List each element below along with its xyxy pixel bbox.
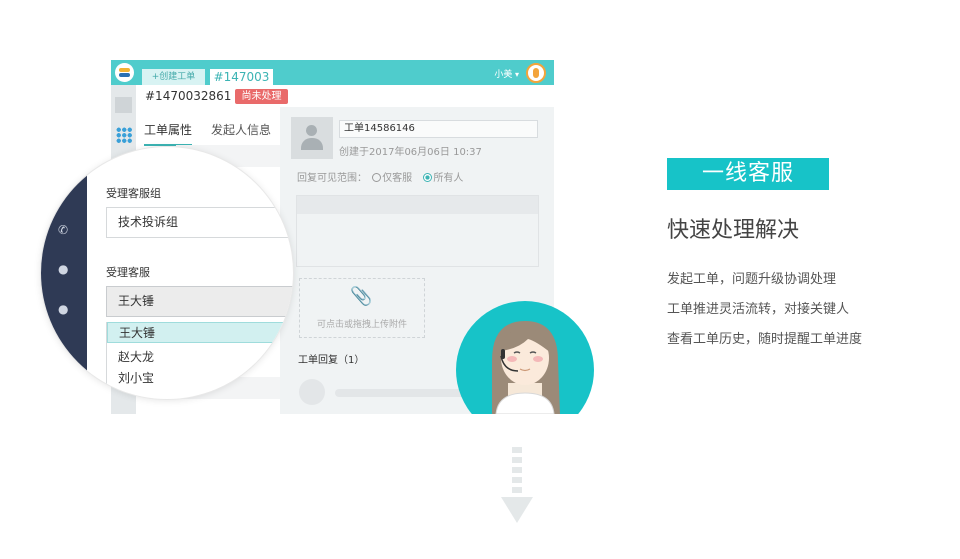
attachment-upload-zone[interactable]: 📎 可点击或拖拽上传附件 (299, 278, 425, 338)
editor-toolbar (297, 196, 538, 214)
create-ticket-button[interactable]: +创建工单 (142, 69, 205, 85)
sidebar-square-icon[interactable] (115, 97, 132, 113)
grid-icon[interactable] (116, 127, 132, 143)
agent-group-select[interactable]: 技术投诉组 (106, 207, 293, 238)
user-menu[interactable]: 小美 (494, 67, 519, 80)
upload-hint: 可点击或拖拽上传附件 (316, 320, 407, 330)
reply-scope: 回复可见范围： 仅客服 所有人 (297, 169, 463, 184)
reply-avatar (299, 379, 325, 405)
feature-tag: 一线客服 (667, 158, 829, 190)
feature-headline: 快速处理解决 (667, 218, 800, 243)
radio-staff-only-label[interactable]: 仅客服 (382, 173, 412, 184)
feature-point: 查看工单历史，随时提醒工单进度 (667, 332, 863, 347)
ticket-tab[interactable]: #147003 (210, 69, 273, 85)
feature-point: 发起工单，问题升级协调处理 (667, 272, 837, 287)
magnifier-lens: ✆ ● ●​ 受理客服组 技术投诉组 受理客服 王大锤 王大锤 赵大龙 刘小宝 (41, 147, 293, 399)
support-agent-illustration (456, 301, 594, 414)
reply-editor[interactable] (296, 195, 539, 267)
agent-label: 受理客服 (106, 266, 150, 279)
user-avatar[interactable] (526, 63, 546, 83)
status-badge: 尚未处理 (235, 89, 288, 104)
dropdown-option[interactable]: 赵大龙 (107, 347, 293, 368)
phone-icon[interactable]: ✆ (58, 223, 68, 237)
dropdown-option[interactable]: 刘小宝 (107, 368, 293, 389)
app-logo[interactable] (115, 63, 134, 82)
requester-avatar-icon (291, 117, 333, 159)
ticket-info-bar: #1470032861 尚未处理 (111, 85, 554, 107)
agent-dropdown: 王大锤 赵大龙 刘小宝 (106, 322, 293, 392)
lens-sidebar: ✆ ● ●​ (41, 147, 87, 399)
radio-staff-only[interactable] (372, 173, 382, 182)
reply-scope-label: 回复可见范围： (297, 173, 367, 184)
tab-ticket-attributes[interactable]: 工单属性 (144, 121, 193, 146)
tab-requester-info[interactable]: 发起人信息 (211, 121, 271, 138)
radio-everyone-label[interactable]: 所有人 (433, 173, 463, 184)
created-at: 创建于2017年06月06日 10:37 (339, 147, 482, 158)
ticket-id: #1470032861 (145, 89, 232, 103)
replies-heading: 工单回复（1） (298, 355, 365, 366)
user-icon[interactable]: ● (58, 262, 68, 276)
dropdown-option[interactable]: 王大锤 (107, 322, 293, 343)
agent-group-label: 受理客服组 (106, 187, 161, 200)
ticket-title-field[interactable]: 工单14586146 (339, 120, 538, 138)
feature-point: 工单推进灵活流转，对接关键人 (667, 302, 850, 317)
group-icon[interactable]: ●​ (58, 302, 68, 316)
top-bar: +创建工单 #147003 小美 (111, 60, 554, 85)
radio-everyone[interactable] (423, 173, 433, 182)
paperclip-icon: 📎 (350, 286, 373, 307)
agent-select[interactable]: 王大锤 (106, 286, 293, 317)
